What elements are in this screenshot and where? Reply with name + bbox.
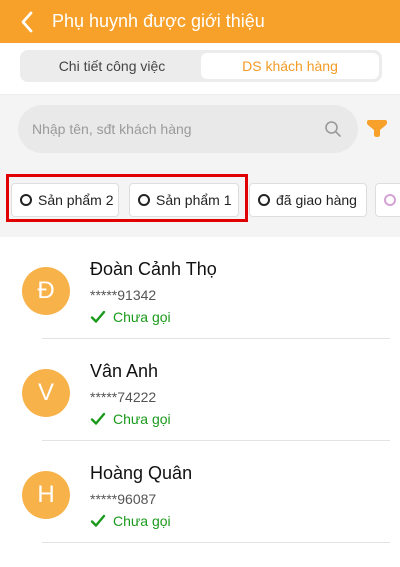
check-icon (90, 412, 106, 425)
call-status: Chưa gọi (90, 513, 171, 529)
filter-chip-more[interactable] (375, 183, 400, 217)
page-title: Phụ huynh được giới thiệu (52, 11, 265, 31)
customer-list: Đ Đoàn Cảnh Thọ *****91342 Chưa gọi V Vâ… (0, 237, 400, 567)
filter-chip-delivered[interactable]: đã giao hàng (249, 183, 367, 217)
filter-icon[interactable] (366, 117, 388, 139)
check-icon (90, 310, 106, 323)
tab-job-details[interactable]: Chi tiết công việc (23, 53, 201, 79)
app-header: Phụ huynh được giới thiệu (0, 0, 400, 43)
customer-list-item[interactable]: H Hoàng Quân *****96087 Chưa gọi (0, 441, 400, 543)
back-button[interactable] (8, 0, 46, 43)
chevron-left-icon (21, 11, 33, 32)
radio-circle-icon (258, 194, 270, 206)
call-status: Chưa gọi (90, 309, 171, 325)
check-icon (90, 514, 106, 527)
avatar: H (22, 471, 70, 519)
customer-phone: *****91342 (90, 287, 157, 303)
customer-list-item[interactable]: V Vân Anh *****74222 Chưa gọi (0, 339, 400, 441)
call-status-label: Chưa gọi (113, 513, 171, 529)
radio-circle-icon (384, 194, 396, 206)
highlight-box (6, 174, 248, 222)
search-input[interactable] (32, 121, 324, 137)
search-area (0, 95, 400, 165)
search-box[interactable] (18, 105, 358, 153)
call-status-label: Chưa gọi (113, 309, 171, 325)
customer-phone: *****96087 (90, 491, 157, 507)
call-status-label: Chưa gọi (113, 411, 171, 427)
divider (42, 542, 390, 543)
customer-name: Vân Anh (90, 361, 159, 381)
avatar: Đ (22, 267, 70, 315)
avatar: V (22, 369, 70, 417)
tab-bar-container: Chi tiết công việc DS khách hàng (0, 43, 400, 95)
customer-name: Hoàng Quân (90, 463, 193, 483)
filter-chip-label: đã giao hàng (276, 192, 357, 208)
customer-phone: *****74222 (90, 389, 157, 405)
customer-name: Đoàn Cảnh Thọ (90, 259, 217, 279)
search-icon[interactable] (324, 120, 342, 138)
tab-bar: Chi tiết công việc DS khách hàng (20, 50, 382, 82)
tab-customer-list[interactable]: DS khách hàng (201, 53, 379, 79)
filter-chip-bar: Sản phẩm 2 Sản phẩm 1 đã giao hàng (0, 165, 400, 237)
customer-list-item[interactable]: Đ Đoàn Cảnh Thọ *****91342 Chưa gọi (0, 237, 400, 339)
call-status: Chưa gọi (90, 411, 171, 427)
